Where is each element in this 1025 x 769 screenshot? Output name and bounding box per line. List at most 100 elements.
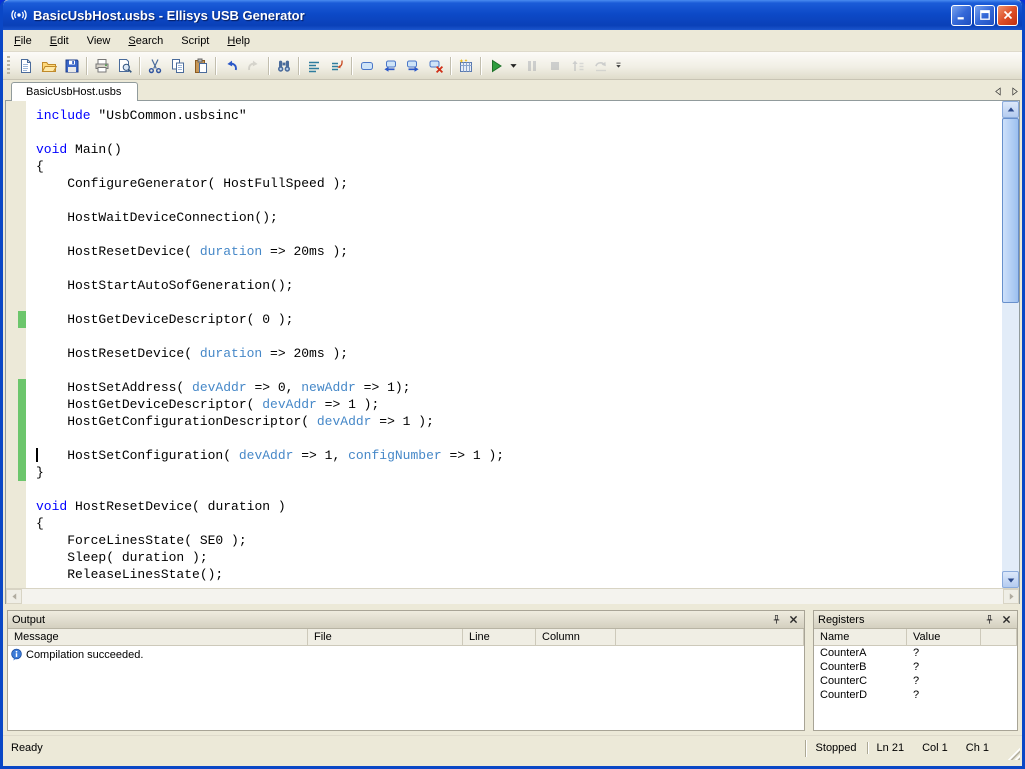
goto-line-button[interactable] xyxy=(302,55,325,77)
toolbar-separator xyxy=(139,57,140,75)
code-line[interactable]: HostGetConfigurationDescriptor( devAddr … xyxy=(36,413,999,430)
window-title: BasicUsbHost.usbs - Ellisys USB Generato… xyxy=(33,8,949,23)
print-button[interactable] xyxy=(90,55,113,77)
tab-scroll-right-button[interactable] xyxy=(1007,84,1021,98)
code-line[interactable]: { xyxy=(36,158,999,175)
goto-marker-button[interactable] xyxy=(325,55,348,77)
code-line[interactable]: void Main() xyxy=(36,141,999,158)
register-row[interactable]: CounterA? xyxy=(814,646,1017,660)
minimize-button[interactable] xyxy=(951,5,972,26)
undo-button[interactable] xyxy=(219,55,242,77)
column-header-name[interactable]: Name xyxy=(814,629,907,645)
column-header-file[interactable]: File xyxy=(308,629,463,645)
column-header-message[interactable]: Message xyxy=(8,629,308,645)
scroll-up-button[interactable] xyxy=(1002,101,1019,118)
resize-grip[interactable] xyxy=(1004,744,1020,760)
step-out-button xyxy=(566,55,589,77)
code-line[interactable]: HostResetDevice( duration => 20ms ); xyxy=(36,345,999,362)
save-button[interactable] xyxy=(60,55,83,77)
code-line[interactable] xyxy=(36,430,999,447)
previous-breakpoint-button[interactable] xyxy=(378,55,401,77)
code-line[interactable]: HostStartAutoSofGeneration(); xyxy=(36,277,999,294)
code-line[interactable]: HostResetDevice( duration => 20ms ); xyxy=(36,243,999,260)
code-line[interactable]: ForceLinesState( SE0 ); xyxy=(36,532,999,549)
column-header-column[interactable]: Column xyxy=(536,629,616,645)
find-button[interactable] xyxy=(272,55,295,77)
registers-panel-titlebar[interactable]: Registers xyxy=(814,611,1017,629)
code-line[interactable]: include "UsbCommon.usbsinc" xyxy=(36,107,999,124)
column-header-value[interactable]: Value xyxy=(907,629,981,645)
clear-breakpoints-button[interactable] xyxy=(424,55,447,77)
next-breakpoint-button[interactable] xyxy=(401,55,424,77)
code-area[interactable]: include "UsbCommon.usbsinc"void Main(){ … xyxy=(26,101,1019,588)
register-row[interactable]: CounterD? xyxy=(814,688,1017,702)
scroll-down-button[interactable] xyxy=(1002,571,1019,588)
code-line[interactable] xyxy=(36,362,999,379)
code-line[interactable] xyxy=(36,481,999,498)
undo-icon xyxy=(223,58,239,74)
copy-button[interactable] xyxy=(166,55,189,77)
output-close-button[interactable] xyxy=(786,613,800,627)
code-line[interactable] xyxy=(36,294,999,311)
scroll-left-button[interactable] xyxy=(6,589,22,604)
code-line[interactable] xyxy=(36,124,999,141)
tab-scroll-left-button[interactable] xyxy=(991,84,1005,98)
scrollbar-thumb[interactable] xyxy=(1002,118,1019,303)
menu-script[interactable]: Script xyxy=(172,32,218,50)
run-button[interactable] xyxy=(484,55,507,77)
code-line[interactable] xyxy=(36,192,999,209)
register-row[interactable]: CounterC? xyxy=(814,674,1017,688)
output-row[interactable]: Compilation succeeded. xyxy=(8,646,804,661)
code-line[interactable]: ReleaseLinesState(); xyxy=(36,566,999,583)
menu-search[interactable]: Search xyxy=(119,32,172,50)
menu-edit[interactable]: Edit xyxy=(41,32,78,50)
registers-pin-button[interactable] xyxy=(982,613,996,627)
code-line[interactable]: HostGetDeviceDescriptor( 0 ); xyxy=(36,311,999,328)
output-panel-titlebar[interactable]: Output xyxy=(8,611,804,629)
toolbar-overflow-button[interactable] xyxy=(612,55,625,77)
code-line[interactable] xyxy=(36,328,999,345)
code-line[interactable]: HostWaitDeviceConnection(); xyxy=(36,209,999,226)
code-line[interactable]: HostSetConfiguration( devAddr => 1, conf… xyxy=(36,447,999,464)
code-line[interactable] xyxy=(36,226,999,243)
output-pin-button[interactable] xyxy=(769,613,783,627)
insert-transfer-button[interactable] xyxy=(454,55,477,77)
open-file-button[interactable] xyxy=(37,55,60,77)
code-line[interactable]: } xyxy=(36,464,999,481)
code-line[interactable]: { xyxy=(36,515,999,532)
paste-button[interactable] xyxy=(189,55,212,77)
gutter-cell xyxy=(6,192,26,209)
toolbar-grip[interactable] xyxy=(6,56,11,76)
code-line[interactable]: ConfigureGenerator( HostFullSpeed ); xyxy=(36,175,999,192)
code-line[interactable]: HostSetAddress( devAddr => 0, newAddr =>… xyxy=(36,379,999,396)
app-logo-icon xyxy=(9,7,29,23)
register-row[interactable]: CounterB? xyxy=(814,660,1017,674)
lines-icon xyxy=(306,58,322,74)
toolbar-separator xyxy=(215,57,216,75)
close-button[interactable] xyxy=(997,5,1018,26)
bottom-dock: Output MessageFileLineColumn Compilation… xyxy=(3,604,1022,735)
column-header-line[interactable]: Line xyxy=(463,629,536,645)
registers-close-button[interactable] xyxy=(999,613,1013,627)
title-bar[interactable]: BasicUsbHost.usbs - Ellisys USB Generato… xyxy=(3,0,1022,30)
new-file-button[interactable] xyxy=(14,55,37,77)
code-line[interactable]: HostGetDeviceDescriptor( devAddr => 1 ); xyxy=(36,396,999,413)
scroll-right-button[interactable] xyxy=(1003,589,1019,604)
maximize-button[interactable] xyxy=(974,5,995,26)
scrollbar-track[interactable] xyxy=(1002,118,1019,571)
tab-basicusbhost[interactable]: BasicUsbHost.usbs xyxy=(11,82,138,101)
code-line[interactable]: Sleep( duration ); xyxy=(36,549,999,566)
code-line[interactable]: void HostResetDevice( duration ) xyxy=(36,498,999,515)
print-preview-button[interactable] xyxy=(113,55,136,77)
close-icon xyxy=(1001,8,1015,22)
code-line[interactable] xyxy=(36,260,999,277)
cut-button[interactable] xyxy=(143,55,166,77)
change-marker xyxy=(6,311,26,328)
menu-help[interactable]: Help xyxy=(218,32,259,50)
toggle-breakpoint-button[interactable] xyxy=(355,55,378,77)
status-bar: Ready Stopped Ln 21 Col 1 Ch 1 xyxy=(3,735,1022,760)
run-options-dropdown[interactable] xyxy=(507,55,520,77)
menu-view[interactable]: View xyxy=(78,32,120,50)
gutter-cell xyxy=(6,294,26,311)
menu-file[interactable]: File xyxy=(5,32,41,50)
